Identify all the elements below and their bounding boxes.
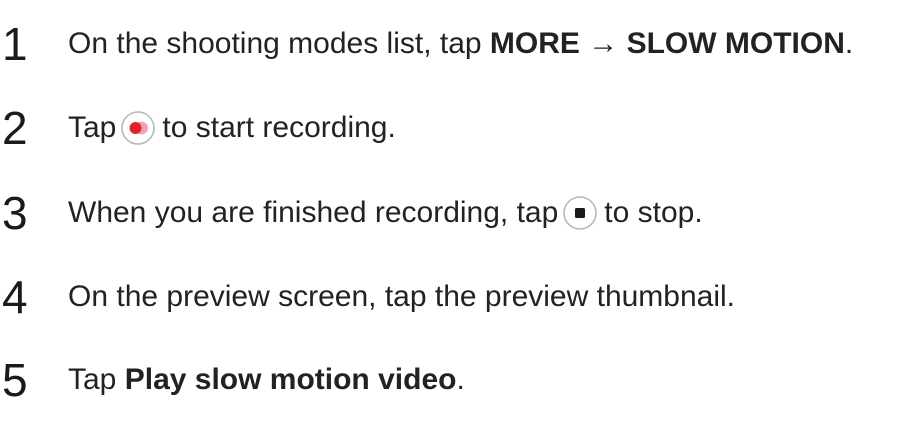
step-4: 4 On the preview screen, tap the preview… (0, 267, 908, 327)
step-text-part: On the shooting modes list, tap (68, 27, 490, 60)
instruction-steps: 1 On the shooting modes list, tap MORE →… (0, 0, 908, 428)
menu-label-more: MORE (489, 27, 580, 60)
step-3: 3 When you are finished recording, tap t… (0, 183, 908, 243)
step-number: 3 (2, 187, 28, 239)
step-text-part: Tap (68, 111, 117, 144)
step-text: On the preview screen, tap the preview t… (68, 280, 736, 313)
step-text-part: to stop. (604, 196, 703, 229)
step-text: Tap to start recording. (68, 110, 396, 146)
arrow-separator: → (579, 27, 627, 60)
step-text-part: Tap (68, 363, 125, 396)
step-number: 4 (2, 271, 28, 323)
step-text-part: to start recording. (162, 111, 396, 144)
step-text-part: When you are finished recording, tap (68, 196, 559, 229)
step-1: 1 On the shooting modes list, tap MORE →… (0, 14, 908, 74)
step-text-part: . (844, 27, 854, 60)
step-text: On the shooting modes list, tap MORE → S… (68, 29, 853, 59)
step-text: When you are finished recording, tap to … (68, 195, 703, 231)
option-label-play-slow-motion-video: Play slow motion video (124, 363, 457, 396)
step-2: 2 Tap to start recording. (0, 98, 908, 158)
step-number: 2 (2, 102, 28, 154)
step-5: 5 Tap Play slow motion video . (0, 350, 908, 410)
step-text: Tap Play slow motion video . (68, 365, 465, 395)
menu-label-slow-motion: SLOW MOTION (626, 27, 845, 60)
step-number: 1 (2, 18, 28, 70)
step-number: 5 (2, 354, 28, 406)
step-text-part: . (456, 363, 465, 396)
stop-icon (562, 195, 598, 231)
record-icon (120, 110, 156, 146)
